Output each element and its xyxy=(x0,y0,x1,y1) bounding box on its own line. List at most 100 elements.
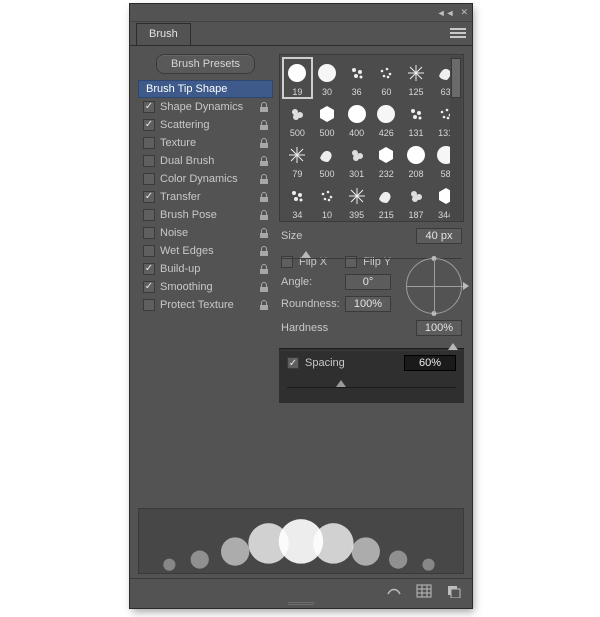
lock-icon[interactable] xyxy=(258,101,270,113)
spacing-checkbox[interactable] xyxy=(287,357,299,369)
brush-thumb[interactable]: 400 xyxy=(342,99,371,139)
section-color-dynamics[interactable]: Color Dynamics xyxy=(138,170,273,188)
tab-brush[interactable]: Brush xyxy=(136,23,191,45)
brush-thumb[interactable]: 60 xyxy=(372,58,401,98)
section-label: Shape Dynamics xyxy=(160,101,258,113)
brush-thumb[interactable]: 79 xyxy=(283,140,312,180)
panel-menu-icon[interactable] xyxy=(450,26,466,38)
brush-thumb[interactable]: 19 xyxy=(283,58,312,98)
section-checkbox[interactable] xyxy=(143,299,155,311)
brush-size-label: 187 xyxy=(408,211,423,221)
brush-thumb[interactable]: 187 xyxy=(402,181,431,221)
spacing-label: Spacing xyxy=(305,357,345,369)
brush-size-label: 500 xyxy=(319,170,334,180)
brush-thumb[interactable]: 426 xyxy=(372,99,401,139)
brush-grid: 1930366012563500500400426131131795003012… xyxy=(279,54,464,222)
section-shape-dynamics[interactable]: Shape Dynamics xyxy=(138,98,273,116)
tab-row: Brush xyxy=(130,22,472,46)
close-icon[interactable]: ✕ xyxy=(460,7,468,18)
lock-icon[interactable] xyxy=(258,191,270,203)
lock-icon[interactable] xyxy=(258,155,270,167)
section-protect-texture[interactable]: Protect Texture xyxy=(138,296,273,314)
brush-size-label: 426 xyxy=(379,129,394,139)
roundness-value[interactable]: 100% xyxy=(345,296,391,312)
section-label: Protect Texture xyxy=(160,299,258,311)
section-checkbox[interactable] xyxy=(143,173,155,185)
brush-size-label: 232 xyxy=(379,170,394,180)
brush-thumb[interactable]: 301 xyxy=(342,140,371,180)
lock-icon[interactable] xyxy=(258,137,270,149)
section-wet-edges[interactable]: Wet Edges xyxy=(138,242,273,260)
section-label: Texture xyxy=(160,137,258,149)
lock-icon[interactable] xyxy=(258,173,270,185)
brush-thumb[interactable]: 232 xyxy=(372,140,401,180)
section-label: Dual Brush xyxy=(160,155,258,167)
section-checkbox[interactable] xyxy=(143,101,155,113)
size-value[interactable]: 40 px xyxy=(416,228,462,244)
lock-icon[interactable] xyxy=(258,227,270,239)
section-checkbox[interactable] xyxy=(143,263,155,275)
brush-thumb[interactable]: 125 xyxy=(402,58,431,98)
brush-thumb[interactable]: 30 xyxy=(313,58,342,98)
brush-size-label: 395 xyxy=(349,211,364,221)
section-checkbox[interactable] xyxy=(143,245,155,257)
brush-thumb[interactable]: 131 xyxy=(402,99,431,139)
grid-view-icon[interactable] xyxy=(416,584,432,598)
section-build-up[interactable]: Build-up xyxy=(138,260,273,278)
brush-size-label: 34 xyxy=(292,211,302,221)
brush-toggle-icon[interactable] xyxy=(386,584,402,598)
section-label: Brush Pose xyxy=(160,209,258,221)
section-transfer[interactable]: Transfer xyxy=(138,188,273,206)
section-smoothing[interactable]: Smoothing xyxy=(138,278,273,296)
angle-widget[interactable] xyxy=(406,258,462,314)
lock-icon[interactable] xyxy=(258,299,270,311)
lock-icon[interactable] xyxy=(258,263,270,275)
brush-thumb[interactable]: 500 xyxy=(313,99,342,139)
section-checkbox[interactable] xyxy=(143,191,155,203)
spacing-value[interactable]: 60% xyxy=(404,355,456,371)
section-checkbox[interactable] xyxy=(143,137,155,149)
lock-icon[interactable] xyxy=(258,281,270,293)
brush-size-label: 208 xyxy=(408,170,423,180)
lock-icon[interactable] xyxy=(258,119,270,131)
brush-thumb[interactable]: 10 xyxy=(313,181,342,221)
section-checkbox[interactable] xyxy=(143,155,155,167)
brush-size-label: 60 xyxy=(381,88,391,98)
section-checkbox[interactable] xyxy=(143,227,155,239)
brush-size-label: 500 xyxy=(319,129,334,139)
section-label: Scattering xyxy=(160,119,258,131)
brush-thumb[interactable]: 36 xyxy=(342,58,371,98)
section-checkbox[interactable] xyxy=(143,119,155,131)
section-label: Build-up xyxy=(160,263,258,275)
section-texture[interactable]: Texture xyxy=(138,134,273,152)
section-noise[interactable]: Noise xyxy=(138,224,273,242)
grid-scrollbar[interactable] xyxy=(450,56,462,220)
brush-thumb[interactable]: 500 xyxy=(313,140,342,180)
section-scattering[interactable]: Scattering xyxy=(138,116,273,134)
angle-label: Angle: xyxy=(281,276,339,288)
section-brush-pose[interactable]: Brush Pose xyxy=(138,206,273,224)
brush-thumb[interactable]: 395 xyxy=(342,181,371,221)
brush-size-label: 215 xyxy=(379,211,394,221)
angle-value[interactable]: 0° xyxy=(345,274,391,290)
brush-thumb[interactable]: 215 xyxy=(372,181,401,221)
section-label: Transfer xyxy=(160,191,258,203)
section-list: Brush Presets Brush Tip Shape Shape Dynam… xyxy=(138,54,273,403)
resize-handle[interactable] xyxy=(130,602,472,608)
brush-size-label: 10 xyxy=(322,211,332,221)
brush-thumb[interactable]: 500 xyxy=(283,99,312,139)
brush-preview xyxy=(138,508,464,574)
spacing-slider[interactable] xyxy=(287,379,456,389)
collapse-icon[interactable]: ◄◄ xyxy=(437,8,455,18)
section-brush-tip-shape[interactable]: Brush Tip Shape xyxy=(138,80,273,98)
lock-icon[interactable] xyxy=(258,209,270,221)
brush-presets-button[interactable]: Brush Presets xyxy=(156,54,255,74)
brush-thumb[interactable]: 34 xyxy=(283,181,312,221)
brush-thumb[interactable]: 208 xyxy=(402,140,431,180)
hardness-value[interactable]: 100% xyxy=(416,320,462,336)
section-dual-brush[interactable]: Dual Brush xyxy=(138,152,273,170)
section-checkbox[interactable] xyxy=(143,281,155,293)
new-preset-icon[interactable] xyxy=(446,584,462,598)
lock-icon[interactable] xyxy=(258,245,270,257)
section-checkbox[interactable] xyxy=(143,209,155,221)
